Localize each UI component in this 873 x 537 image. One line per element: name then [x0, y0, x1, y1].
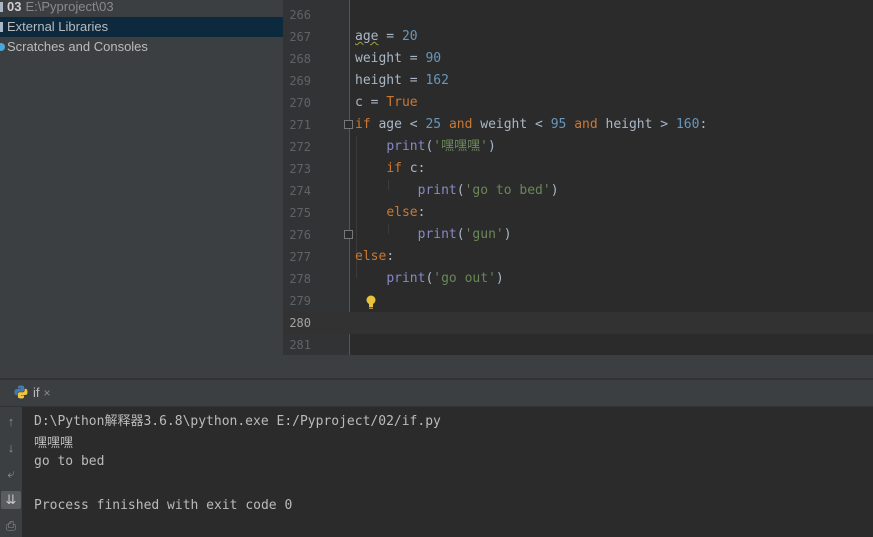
- scratches-icon: [0, 43, 5, 51]
- code-line[interactable]: 266: [283, 4, 873, 26]
- code-text: height = 162: [355, 73, 449, 88]
- code-text: else:: [355, 249, 395, 264]
- code-line[interactable]: 275 else:: [283, 202, 873, 224]
- soft-wrap-icon[interactable]: ⤶: [1, 465, 21, 483]
- line-number: 269: [289, 74, 311, 88]
- code-text: weight = 90: [355, 51, 442, 66]
- fold-marker-icon[interactable]: [344, 120, 353, 129]
- code-line[interactable]: 267 age = 20: [283, 26, 873, 48]
- close-tab-icon[interactable]: ×: [44, 386, 51, 400]
- run-panel-header: if ×: [0, 380, 873, 407]
- project-name: 03: [7, 0, 22, 14]
- line-number: 275: [289, 206, 311, 220]
- code-editor[interactable]: 266 267 age = 20 268 weight = 90 269 height = …: [283, 0, 873, 355]
- scroll-to-end-icon[interactable]: ⇊: [1, 491, 21, 509]
- console-line: go to bed: [34, 454, 105, 469]
- code-line[interactable]: 270 c = True: [283, 92, 873, 114]
- code-line[interactable]: 276 print('gun'): [283, 224, 873, 246]
- fold-marker-icon[interactable]: [344, 230, 353, 239]
- code-line[interactable]: 280: [283, 312, 873, 334]
- console-line: Process finished with exit code 0: [34, 498, 293, 513]
- tree-item-label: External Libraries: [7, 19, 109, 34]
- line-number: 276: [289, 228, 311, 242]
- code-line[interactable]: 269 height = 162: [283, 70, 873, 92]
- code-text: print('go to bed'): [417, 183, 559, 198]
- code-text: if c:: [386, 161, 426, 176]
- python-icon: [14, 385, 28, 399]
- code-line[interactable]: 279: [283, 290, 873, 312]
- line-number: 274: [289, 184, 311, 198]
- line-number: 267: [289, 30, 311, 44]
- line-number: 270: [289, 96, 311, 110]
- folder-icon: [0, 2, 3, 12]
- console-line: D:\Python解释器3.6.8\python.exe E:/Pyprojec…: [34, 414, 441, 429]
- print-icon[interactable]: ⎙: [1, 517, 21, 535]
- editor-bottom-area: [283, 355, 873, 378]
- line-number: 278: [289, 272, 311, 286]
- line-number: 277: [289, 250, 311, 264]
- code-text: print('gun'): [417, 227, 512, 242]
- tree-item-scratches[interactable]: Scratches and Consoles: [0, 37, 283, 57]
- run-tab[interactable]: if ×: [14, 380, 51, 406]
- code-line[interactable]: 268 weight = 90: [283, 48, 873, 70]
- code-line[interactable]: 278 print('go out'): [283, 268, 873, 290]
- code-text: else:: [386, 205, 426, 220]
- library-icon: [0, 22, 3, 32]
- code-line[interactable]: 272 print('嘿嘿嘿'): [283, 136, 873, 158]
- code-line[interactable]: 273 if c:: [283, 158, 873, 180]
- up-arrow-icon[interactable]: ↑: [1, 413, 21, 431]
- run-console-output[interactable]: D:\Python解释器3.6.8\python.exe E:/Pyprojec…: [22, 407, 873, 537]
- project-path: E:\Pyproject\03: [25, 0, 114, 14]
- line-number: 271: [289, 118, 311, 132]
- line-number: 268: [289, 52, 311, 66]
- line-number: 272: [289, 140, 311, 154]
- line-number: 281: [289, 338, 311, 352]
- code-line[interactable]: 277 else:: [283, 246, 873, 268]
- code-line[interactable]: 274 print('go to bed'): [283, 180, 873, 202]
- code-text: print('go out'): [386, 271, 504, 286]
- lightbulb-icon[interactable]: [364, 294, 378, 310]
- tree-item-external-libraries[interactable]: External Libraries: [0, 17, 283, 37]
- tree-item-label: Scratches and Consoles: [7, 39, 148, 54]
- line-number: 273: [289, 162, 311, 176]
- code-text: if age < 25 and weight < 95 and height >…: [355, 117, 708, 132]
- line-number: 280: [289, 316, 311, 330]
- code-text: print('嘿嘿嘿'): [386, 139, 496, 154]
- code-text: c = True: [355, 95, 418, 110]
- project-tree-panel: 03 E:\Pyproject\03 External Libraries Scr…: [0, 0, 283, 378]
- code-text: age = 20: [355, 29, 418, 44]
- run-toolbar: ↑ ↓ ⤶ ⇊ ⎙: [0, 407, 22, 537]
- down-arrow-icon[interactable]: ↓: [1, 439, 21, 457]
- console-line: 嘿嘿嘿: [34, 436, 74, 451]
- project-root-item[interactable]: 03 E:\Pyproject\03: [0, 0, 283, 17]
- line-number: 279: [289, 294, 311, 308]
- code-line[interactable]: 271 if age < 25 and weight < 95 and heigh…: [283, 114, 873, 136]
- run-tab-label: if: [33, 385, 40, 400]
- line-number: 266: [289, 8, 311, 22]
- code-line[interactable]: 281: [283, 334, 873, 356]
